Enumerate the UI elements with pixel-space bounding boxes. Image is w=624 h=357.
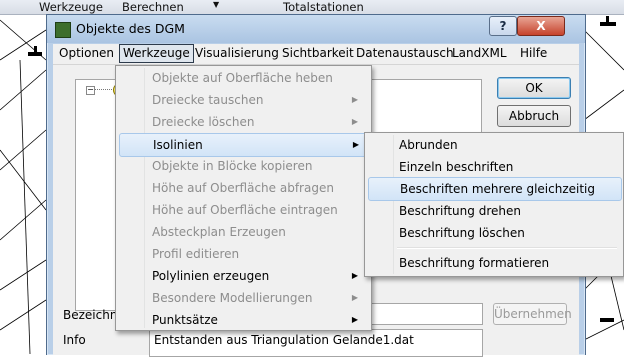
submenu-item-beschriften-mehrere[interactable]: Beschriften mehrere gleichzeitig [368,177,622,201]
menu-item-label: Objekte in Blöcke kopieren [152,159,313,173]
menu-item-label: Besondere Modellierungen [152,291,313,305]
menu-item-objekte-auf-oberflaeche-heben[interactable]: Objekte auf Oberfläche heben [119,67,368,89]
menu-item-absteckplan-erzeugen[interactable]: Absteckplan Erzeugen [119,221,368,243]
submenu-item-beschriftung-loeschen[interactable]: Beschriftung löschen [368,222,620,244]
submenu-arrow-icon: ▶ [351,293,358,302]
menu-visualisierung[interactable]: Visualisierung [192,45,282,61]
bezeichnung-field[interactable] [371,303,483,325]
menu-item-hoehe-abfragen[interactable]: Höhe auf Oberfläche abfragen [119,177,368,199]
app-menubar: Werkzeuge Berechnen ▼ Totalstationen [0,0,624,15]
menu-item-label: Absteckplan Erzeugen [152,225,286,239]
info-field[interactable]: Entstanden aus Triangulation Gelande1.da… [149,329,483,357]
tree-connector [95,89,112,90]
submenu-item-einzeln-beschriften[interactable]: Einzeln beschriften [368,156,620,178]
menu-sichtbarkeit[interactable]: Sichtbarkeit [279,45,357,61]
menu-item-dreiecke-loeschen[interactable]: Dreiecke löschen ▶ [119,111,368,133]
menu-item-label: Isolinien [153,138,203,152]
info-value: Entstanden aus Triangulation Gelande1.da… [154,333,414,347]
menu-werkzeuge[interactable]: Werkzeuge [119,44,194,63]
help-button[interactable]: ? [489,16,517,36]
menu-item-label: Einzeln beschriften [399,160,514,174]
close-button[interactable]: X [517,16,565,36]
menu-item-label: Dreiecke tauschen [152,93,264,107]
app-menu-werkzeuge[interactable]: Werkzeuge [39,0,103,14]
werkzeuge-dropdown: Objekte auf Oberfläche heben Dreiecke ta… [115,65,372,331]
dgm-app-icon [55,22,71,38]
chevron-down-icon[interactable]: ▼ [213,0,219,9]
menu-datenaustausch[interactable]: Datenaustausch [353,45,457,61]
isolinien-submenu: Abrunden Einzeln beschriften Beschriften… [364,132,624,277]
menu-item-objekte-in-bloecke-kopieren[interactable]: Objekte in Blöcke kopieren [119,155,368,177]
menu-item-label: Höhe auf Oberfläche eintragen [152,203,338,217]
apply-button[interactable]: Übernehmen [493,303,572,325]
menu-optionen[interactable]: Optionen [56,45,117,61]
submenu-arrow-icon: ▶ [351,95,358,104]
menu-landxml[interactable]: LandXML [449,45,510,61]
cancel-button[interactable]: Abbruch [497,105,571,127]
menu-item-profil-editieren[interactable]: Profil editieren [119,243,368,265]
menu-item-label: Beschriftung drehen [399,204,521,218]
menu-item-label: Beschriftung formatieren [399,256,550,270]
menu-item-label: Polylinien erzeugen [152,269,270,283]
menu-item-label: Objekte auf Oberfläche heben [152,71,333,85]
menu-item-label: Beschriften mehrere gleichzeitig [400,182,595,196]
dialog-menubar: Optionen Werkzeuge Visualisierung Sichtb… [53,44,579,65]
submenu-arrow-icon: ▶ [351,271,358,280]
submenu-item-abrunden[interactable]: Abrunden [368,134,620,156]
menu-item-label: Beschriftung löschen [399,226,525,240]
menu-item-label: Dreiecke löschen [152,115,255,129]
ok-button[interactable]: OK [497,77,571,99]
menu-item-polylinien-erzeugen[interactable]: Polylinien erzeugen ▶ [119,265,368,287]
submenu-arrow-icon: ▶ [352,140,359,149]
menu-item-punktsaetze[interactable]: Punktsätze ▶ [119,309,368,331]
app-menu-berechnen[interactable]: Berechnen [122,0,184,14]
menu-item-besondere-modellierungen[interactable]: Besondere Modellierungen ▶ [119,287,368,309]
menu-hilfe[interactable]: Hilfe [517,45,550,61]
menu-item-dreiecke-tauschen[interactable]: Dreiecke tauschen ▶ [119,89,368,111]
app-menu-totalstationen[interactable]: Totalstationen [283,0,364,14]
tree-collapse-icon[interactable]: − [86,86,95,95]
submenu-arrow-icon: ▶ [351,315,358,324]
menu-item-hoehe-eintragen[interactable]: Höhe auf Oberfläche eintragen [119,199,368,221]
menu-item-label: Abrunden [399,138,458,152]
submenu-item-beschriftung-drehen[interactable]: Beschriftung drehen [368,200,620,222]
menu-item-label: Punktsätze [152,313,218,327]
menu-item-label: Profil editieren [152,247,240,261]
submenu-arrow-icon: ▶ [351,117,358,126]
submenu-item-beschriftung-formatieren[interactable]: Beschriftung formatieren [368,252,620,274]
menu-item-label: Höhe auf Oberfläche abfragen [152,181,334,195]
info-label: Info [63,333,86,347]
menu-item-isolinien[interactable]: Isolinien ▶ [119,133,370,157]
dialog-title: Objekte des DGM [76,21,185,36]
dialog-titlebar[interactable]: Objekte des DGM ? X [47,15,585,43]
menu-separator [397,247,617,249]
object-detail-pane [371,79,482,137]
